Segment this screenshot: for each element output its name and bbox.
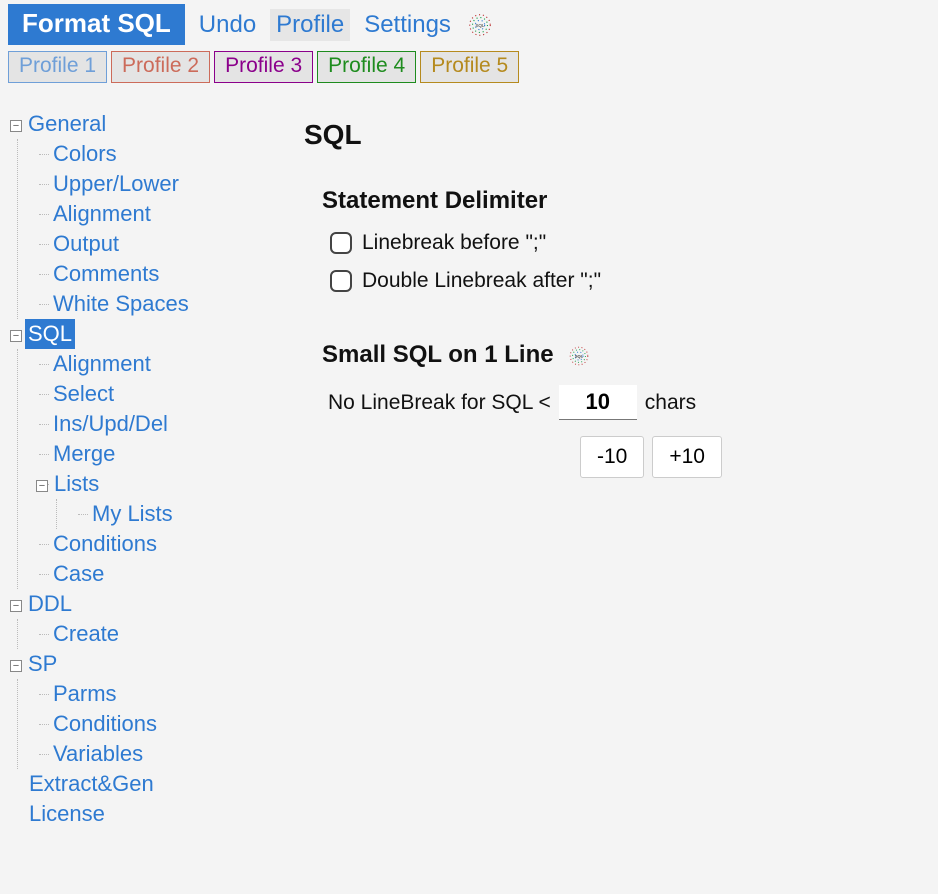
tree-node-white-spaces[interactable]: White Spaces <box>50 289 192 319</box>
tree-node-sql-alignment[interactable]: Alignment <box>50 349 154 379</box>
increment-button[interactable]: +10 <box>652 436 722 478</box>
section-statement-delimiter: Statement Delimiter Linebreak before ";"… <box>322 187 914 293</box>
tree-toggle-ddl[interactable]: − <box>10 600 22 612</box>
tree-node-sp-conditions[interactable]: Conditions <box>50 709 160 739</box>
format-sql-button[interactable]: Format SQL <box>8 4 185 45</box>
tree-toggle-sp[interactable]: − <box>10 660 22 672</box>
tree-node-extract-gen[interactable]: Extract&Gen <box>26 769 157 799</box>
profile-tab-1[interactable]: Profile 1 <box>8 51 107 83</box>
undo-link[interactable]: Undo <box>193 9 262 41</box>
decrement-button[interactable]: -10 <box>580 436 644 478</box>
checkbox-double-linebreak-after-label: Double Linebreak after ";" <box>362 269 601 293</box>
checkbox-linebreak-before[interactable] <box>330 232 352 254</box>
sql-logo-icon[interactable]: SQL <box>465 10 495 40</box>
svg-text:SQL: SQL <box>575 353 584 358</box>
sql-logo-small-icon: SQL <box>566 343 592 369</box>
profile-tabs: Profile 1 Profile 2 Profile 3 Profile 4 … <box>0 51 938 91</box>
profile-tab-3[interactable]: Profile 3 <box>214 51 313 83</box>
tree-toggle-lists[interactable]: − <box>36 480 48 492</box>
tree-node-my-lists[interactable]: My Lists <box>89 499 176 529</box>
tree-node-variables[interactable]: Variables <box>50 739 146 769</box>
section-heading-delimiter: Statement Delimiter <box>322 187 914 215</box>
tree-node-lists[interactable]: Lists <box>51 469 102 499</box>
tree-node-upper-lower[interactable]: Upper/Lower <box>50 169 182 199</box>
settings-tree: −General Colors Upper/Lower Alignment Ou… <box>0 91 280 889</box>
tree-node-parms[interactable]: Parms <box>50 679 120 709</box>
tree-toggle-sql[interactable]: − <box>10 330 22 342</box>
tree-node-alignment-general[interactable]: Alignment <box>50 199 154 229</box>
tree-toggle-general[interactable]: − <box>10 120 22 132</box>
checkbox-linebreak-before-label: Linebreak before ";" <box>362 231 546 255</box>
tree-node-merge[interactable]: Merge <box>50 439 118 469</box>
no-linebreak-chars-input[interactable] <box>559 385 637 420</box>
panel-title: SQL <box>304 119 914 151</box>
settings-link[interactable]: Settings <box>358 9 457 41</box>
profile-tab-4[interactable]: Profile 4 <box>317 51 416 83</box>
tree-node-ins-upd-del[interactable]: Ins/Upd/Del <box>50 409 171 439</box>
settings-panel: SQL Statement Delimiter Linebreak before… <box>280 91 938 889</box>
svg-text:SQL: SQL <box>475 22 485 27</box>
tree-node-ddl[interactable]: DDL <box>25 589 75 619</box>
tree-node-output[interactable]: Output <box>50 229 122 259</box>
profile-tab-5[interactable]: Profile 5 <box>420 51 519 83</box>
top-toolbar: Format SQL Undo Profile Settings SQL <box>0 0 938 51</box>
section-small-sql: Small SQL on 1 Line SQL No LineBreak for… <box>322 341 914 478</box>
tree-node-sp[interactable]: SP <box>25 649 60 679</box>
tree-node-general[interactable]: General <box>25 109 109 139</box>
tree-node-create[interactable]: Create <box>50 619 122 649</box>
tree-node-comments[interactable]: Comments <box>50 259 162 289</box>
tree-node-sql-conditions[interactable]: Conditions <box>50 529 160 559</box>
tree-node-select[interactable]: Select <box>50 379 117 409</box>
profile-tab-2[interactable]: Profile 2 <box>111 51 210 83</box>
profile-link[interactable]: Profile <box>270 9 350 41</box>
tree-node-case[interactable]: Case <box>50 559 107 589</box>
no-linebreak-prefix: No LineBreak for SQL < <box>328 391 551 415</box>
no-linebreak-suffix: chars <box>645 391 696 415</box>
section-heading-small-sql: Small SQL on 1 Line SQL <box>322 341 914 369</box>
tree-node-sql[interactable]: SQL <box>25 319 75 349</box>
checkbox-double-linebreak-after[interactable] <box>330 270 352 292</box>
tree-node-colors[interactable]: Colors <box>50 139 120 169</box>
tree-node-license[interactable]: License <box>26 799 108 829</box>
